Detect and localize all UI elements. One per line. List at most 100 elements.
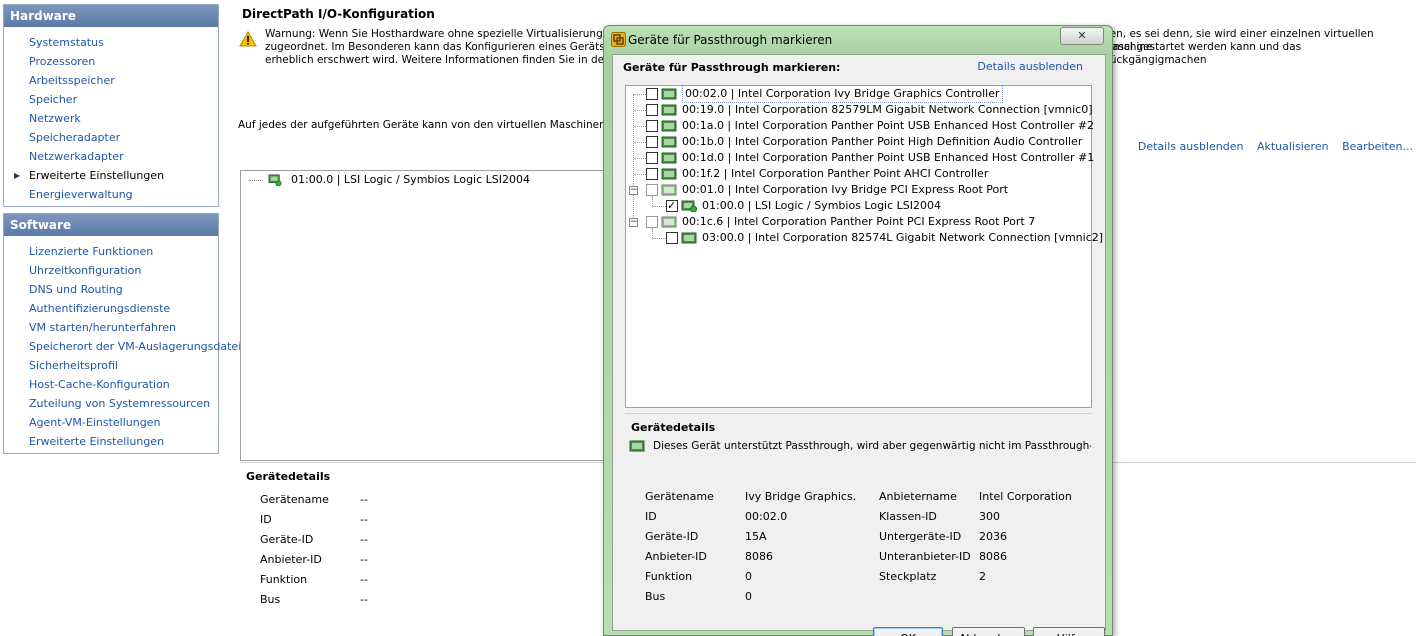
- tree-connector: [652, 206, 666, 207]
- passthrough-checkbox[interactable]: [646, 136, 658, 148]
- main-actions: Details ausblenden Aktualisieren Bearbei…: [1128, 140, 1413, 153]
- dialog-hide-details-link[interactable]: Details ausblenden: [977, 60, 1083, 73]
- software-nav: Lizenzierte Funktionen Uhrzeitkonfigurat…: [4, 236, 241, 453]
- device-row[interactable]: 03:00.0 | Intel Corporation 82574L Gigab…: [666, 230, 1103, 246]
- pci-device-icon: [629, 440, 645, 452]
- collapse-toggle[interactable]: −: [629, 186, 638, 195]
- nav-erweiterte-einstellungen-hw[interactable]: ▶ Erweiterte Einstellungen: [4, 166, 218, 185]
- passthrough-checkbox[interactable]: [646, 216, 658, 228]
- device-row[interactable]: 00:01.0 | Intel Corporation Ivy Bridge P…: [646, 182, 1008, 198]
- device-label: 00:1c.6 | Intel Corporation Panther Poin…: [682, 215, 1036, 228]
- refresh-link[interactable]: Aktualisieren: [1257, 140, 1329, 153]
- detail-row: Bus 0: [645, 587, 1085, 607]
- passthrough-checkbox[interactable]: [646, 184, 658, 196]
- nav-lizenzierte-funktionen[interactable]: Lizenzierte Funktionen: [4, 242, 218, 261]
- passthrough-checkbox[interactable]: [666, 232, 678, 244]
- device-row[interactable]: 00:1b.0 | Intel Corporation Panther Poin…: [646, 134, 1082, 150]
- close-icon: ✕: [1077, 29, 1087, 42]
- nav-prozessoren[interactable]: Prozessoren: [4, 52, 218, 71]
- detail-label: Funktion: [645, 570, 693, 583]
- detail-row: ID 00:02.0 Klassen-ID 300: [645, 507, 1085, 527]
- device-row[interactable]: 00:1f.2 | Intel Corporation Panther Poin…: [646, 166, 988, 182]
- detail-label: Funktion: [260, 573, 308, 586]
- nav-energieverwaltung[interactable]: Energieverwaltung: [4, 185, 218, 204]
- nav-arbeitsspeicher[interactable]: Arbeitsspeicher: [4, 71, 218, 90]
- detail-value: --: [360, 513, 368, 526]
- nav-authentifizierungsdienste[interactable]: Authentifizierungsdienste: [4, 299, 218, 318]
- edit-link[interactable]: Bearbeiten...: [1342, 140, 1413, 153]
- collapse-toggle[interactable]: −: [629, 218, 638, 227]
- nav-zuteilung-systemressourcen[interactable]: Zuteilung von Systemressourcen: [4, 394, 218, 413]
- nav-systemstatus[interactable]: Systemstatus: [4, 33, 218, 52]
- detail-value: 15A: [745, 530, 767, 543]
- warning-line3-a: erheblich erschwert wird. Weitere Inform…: [265, 54, 633, 66]
- device-label: 00:19.0 | Intel Corporation 82579LM Giga…: [682, 103, 1093, 116]
- nav-speicherort-auslagerungsdatei[interactable]: Speicherort der VM-Auslagerungsdatei: [4, 337, 241, 356]
- device-row[interactable]: 00:19.0 | Intel Corporation 82579LM Giga…: [646, 102, 1093, 118]
- passthrough-status-note: Dieses Gerät unterstützt Passthrough, wi…: [629, 440, 1091, 452]
- detail-row: Funktion --: [260, 570, 460, 590]
- device-label: 00:01.0 | Intel Corporation Ivy Bridge P…: [682, 183, 1009, 196]
- pci-device-icon: [661, 216, 677, 228]
- detail-value: --: [360, 493, 368, 506]
- ok-button[interactable]: OK: [873, 627, 943, 636]
- detail-value: 8086: [745, 550, 773, 563]
- hide-details-link[interactable]: Details ausblenden: [1138, 140, 1244, 153]
- nav-vm-starten[interactable]: VM starten/herunterfahren: [4, 318, 218, 337]
- close-button[interactable]: ✕: [1060, 27, 1104, 45]
- device-label: 00:1a.0 | Intel Corporation Panther Poin…: [682, 119, 1095, 132]
- tree-connector: [652, 238, 666, 239]
- detail-value: --: [360, 533, 368, 546]
- passthrough-checkbox[interactable]: [646, 120, 658, 132]
- dialog-details-grid: Gerätename Ivy Bridge Graphics. Anbieter…: [645, 487, 1085, 607]
- pci-device-active-icon: [681, 200, 697, 212]
- detail-label: Geräte-ID: [645, 530, 699, 543]
- device-row[interactable]: 01:00.0 | LSI Logic / Symbios Logic LSI2…: [666, 198, 941, 214]
- pci-device-icon: [661, 120, 677, 132]
- hardware-panel-header: Hardware: [4, 5, 218, 27]
- tree-connector: [634, 174, 646, 175]
- nav-speicher[interactable]: Speicher: [4, 90, 218, 109]
- detail-label: Bus: [260, 593, 281, 606]
- nav-sicherheitsprofil[interactable]: Sicherheitsprofil: [4, 356, 218, 375]
- list-item[interactable]: 01:00.0 | LSI Logic / Symbios Logic LSI2…: [249, 173, 530, 187]
- hardware-nav: Systemstatus Prozessoren Arbeitsspeicher…: [4, 27, 218, 206]
- pci-device-icon: [661, 152, 677, 164]
- device-label: 00:1f.2 | Intel Corporation Panther Poin…: [682, 167, 989, 180]
- passthrough-dialog: Geräte für Passthrough markieren ✕ Gerät…: [603, 25, 1113, 636]
- pci-device-icon: [661, 104, 677, 116]
- nav-erweiterte-einstellungen-sw[interactable]: Erweiterte Einstellungen: [4, 432, 218, 451]
- detail-label: Anbietername: [879, 490, 957, 503]
- device-label: 01:00.0 | LSI Logic / Symbios Logic LSI2…: [291, 173, 530, 186]
- detail-value: Intel Corporation: [979, 490, 1072, 503]
- nav-dns-routing[interactable]: DNS und Routing: [4, 280, 218, 299]
- nav-host-cache[interactable]: Host-Cache-Konfiguration: [4, 375, 218, 394]
- passthrough-checkbox[interactable]: [646, 104, 658, 116]
- help-button[interactable]: Hilfe: [1033, 627, 1105, 636]
- device-label: 01:00.0 | LSI Logic / Symbios Logic LSI2…: [702, 199, 941, 212]
- device-label: 03:00.0 | Intel Corporation 82574L Gigab…: [702, 231, 1104, 244]
- detail-value: Ivy Bridge Graphics.: [745, 490, 857, 503]
- cancel-button[interactable]: Abbrechen: [952, 627, 1025, 636]
- detail-value: --: [360, 573, 368, 586]
- device-label: 00:1b.0 | Intel Corporation Panther Poin…: [682, 135, 1083, 148]
- device-label: 00:02.0 | Intel Corporation Ivy Bridge G…: [682, 85, 1003, 103]
- passthrough-checkbox[interactable]: [646, 88, 658, 100]
- dialog-details-title: Gerätedetails: [631, 421, 716, 434]
- passthrough-checkbox[interactable]: [666, 198, 678, 214]
- detail-value: --: [360, 553, 368, 566]
- nav-netzwerk[interactable]: Netzwerk: [4, 109, 218, 128]
- passthrough-checkbox[interactable]: [646, 152, 658, 164]
- detail-label: Klassen-ID: [879, 510, 937, 523]
- device-row[interactable]: 00:1c.6 | Intel Corporation Panther Poin…: [646, 214, 1035, 230]
- nav-uhrzeitkonfiguration[interactable]: Uhrzeitkonfiguration: [4, 261, 218, 280]
- device-row[interactable]: 00:1d.0 | Intel Corporation Panther Poin…: [646, 150, 1094, 166]
- device-row[interactable]: 00:02.0 | Intel Corporation Ivy Bridge G…: [646, 85, 1003, 103]
- device-row[interactable]: 00:1a.0 | Intel Corporation Panther Poin…: [646, 118, 1094, 134]
- warning-icon: [239, 31, 257, 47]
- passthrough-checkbox[interactable]: [646, 168, 658, 180]
- nav-agent-vm[interactable]: Agent-VM-Einstellungen: [4, 413, 218, 432]
- nav-netzwerkadapter[interactable]: Netzwerkadapter: [4, 147, 218, 166]
- nav-speicheradapter[interactable]: Speicheradapter: [4, 128, 218, 147]
- detail-row: Geräte-ID --: [260, 530, 460, 550]
